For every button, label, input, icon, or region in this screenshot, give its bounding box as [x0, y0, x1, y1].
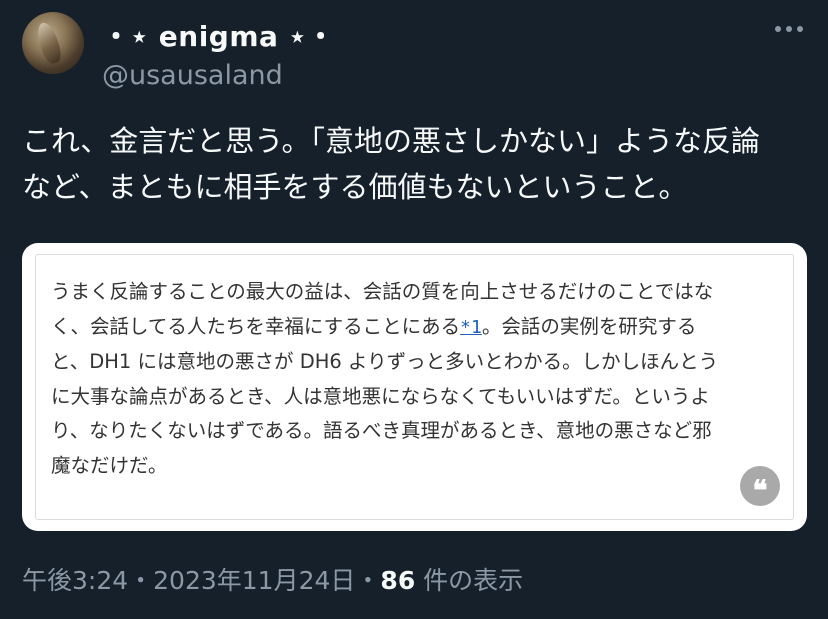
separator: ・	[355, 566, 381, 595]
blockquote: うまく反論することの最大の益は、会話の質を向上させるだけのことではな く、会話し…	[35, 254, 794, 520]
user-handle[interactable]: @usausaland	[102, 60, 283, 91]
quote-line: く、会話してる人たちを幸福にすることにある*1。会話の実例を研究する	[51, 310, 779, 346]
tweet-text-line: これ、金言だと思う。「意地の悪さしかない」ような反論	[22, 124, 761, 158]
quote-line: り、なりたくないはずである。語るべき真理があるとき、意地の悪さなど邪	[51, 419, 712, 442]
footnote-link[interactable]: *1	[460, 317, 482, 338]
post-time[interactable]: 午後3:24	[22, 566, 128, 595]
quote-mark-icon: ❝	[740, 466, 780, 506]
avatar-image	[33, 20, 65, 66]
tweet-text: これ、金言だと思う。「意地の悪さしかない」ような反論 など、まともに相手をする価…	[22, 118, 812, 210]
views-label: 件の表示	[415, 566, 524, 595]
avatar[interactable]	[22, 12, 84, 74]
more-horizontal-icon	[797, 26, 803, 32]
views-count: 86	[380, 566, 416, 595]
separator: ・	[128, 566, 154, 595]
quote-line: 魔なだけだ。	[51, 453, 168, 477]
quote-line: に大事な論点があるとき、人は意地悪にならなくてもいいはずだ。というよ	[51, 384, 710, 408]
more-horizontal-icon	[775, 26, 781, 32]
quote-text: く、会話してる人たちを幸福にすることにある	[51, 314, 461, 338]
quote-text: 。会話の実例を研究する	[481, 314, 697, 338]
quote-glyph: ❝	[752, 474, 768, 507]
more-options-button[interactable]	[766, 14, 812, 44]
quote-line: と、DH1 には意地の悪さが DH6 よりずっと多いとわかる。しかしほんとう	[51, 350, 719, 373]
tweet-meta: 午後3:24・2023年11月24日・86 件の表示	[22, 561, 523, 597]
quote-image-card[interactable]: うまく反論することの最大の益は、会話の質を向上させるだけのことではな く、会話し…	[22, 243, 807, 531]
tweet-text-line: など、まともに相手をする価値もないということ。	[22, 170, 688, 204]
post-date[interactable]: 2023年11月24日	[153, 566, 355, 595]
quote-line: うまく反論することの最大の益は、会話の質を向上させるだけのことではな	[51, 280, 714, 303]
more-horizontal-icon	[786, 26, 792, 32]
display-name[interactable]: ・⋆ enigma ⋆・	[102, 15, 335, 55]
